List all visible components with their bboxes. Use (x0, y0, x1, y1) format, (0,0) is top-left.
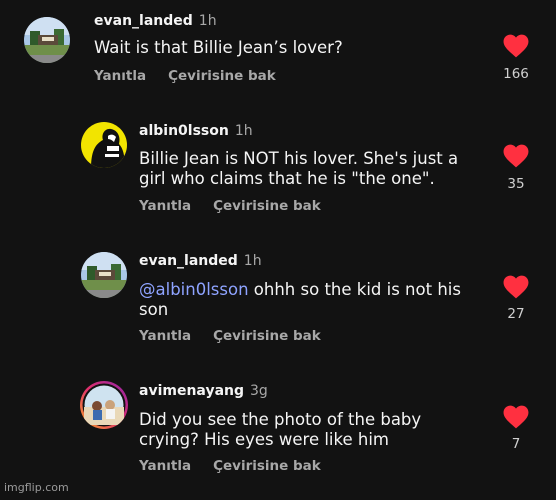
username[interactable]: evan_landed 1h (139, 253, 262, 269)
landscape-photo-avatar-icon (81, 252, 127, 298)
like-count: 27 (507, 306, 525, 322)
heart-icon[interactable] (503, 275, 529, 299)
comment-text: Billie Jean is NOT his lover. She's just… (139, 149, 484, 189)
comment-body: Wait is that Billie Jean’s lover? (94, 38, 343, 57)
heart-icon[interactable] (503, 144, 529, 168)
reply-button[interactable]: Yanıtla (139, 328, 191, 344)
comment-body: Did you see the photo of the baby crying… (139, 410, 422, 449)
avatar[interactable] (24, 17, 70, 63)
timestamp: 3g (250, 383, 268, 399)
heart-icon[interactable] (503, 405, 529, 429)
username[interactable]: albin0lsson 1h (139, 123, 253, 139)
watermark: imgflip.com (4, 481, 69, 494)
comment-actions: Yanıtla Çevirisine bak (139, 328, 321, 344)
comment-actions: Yanıtla Çevirisine bak (139, 198, 321, 214)
avatar[interactable] (81, 122, 127, 168)
username-text[interactable]: albin0lsson (139, 123, 229, 139)
comment-text: Did you see the photo of the baby crying… (139, 410, 469, 450)
timestamp: 1h (243, 253, 262, 269)
timestamp: 1h (198, 13, 217, 29)
reply-button[interactable]: Yanıtla (139, 458, 191, 474)
comment-actions: Yanıtla Çevirisine bak (139, 458, 321, 474)
story-ring-avatar-icon (82, 383, 126, 427)
like-count: 35 (507, 176, 525, 192)
heart-icon[interactable] (503, 34, 529, 58)
avatar[interactable] (81, 252, 127, 298)
comment-text: @albin0lsson ohhh so the kid is not his … (139, 280, 484, 320)
comment-actions: Yanıtla Çevirisine bak (94, 68, 276, 84)
landscape-photo-avatar-icon (24, 17, 70, 63)
translate-button[interactable]: Çevirisine bak (213, 458, 321, 474)
comment-text: Wait is that Billie Jean’s lover? (94, 38, 474, 58)
translate-button[interactable]: Çevirisine bak (213, 198, 321, 214)
mention-link[interactable]: @albin0lsson (139, 280, 249, 299)
username-text[interactable]: avimenayang (139, 383, 244, 399)
like-count: 7 (511, 436, 521, 452)
translate-button[interactable]: Çevirisine bak (213, 328, 321, 344)
username[interactable]: avimenayang 3g (139, 383, 268, 399)
translate-button[interactable]: Çevirisine bak (168, 68, 276, 84)
username-text[interactable]: evan_landed (139, 253, 238, 269)
avatar[interactable] (80, 381, 128, 429)
timestamp: 1h (234, 123, 253, 139)
like-count: 166 (503, 66, 529, 82)
silhouette-avatar-icon (81, 122, 127, 168)
comment-body: Billie Jean is NOT his lover. She's just… (139, 149, 459, 188)
reply-button[interactable]: Yanıtla (139, 198, 191, 214)
username[interactable]: evan_landed 1h (94, 13, 217, 29)
reply-button[interactable]: Yanıtla (94, 68, 146, 84)
username-text[interactable]: evan_landed (94, 13, 193, 29)
